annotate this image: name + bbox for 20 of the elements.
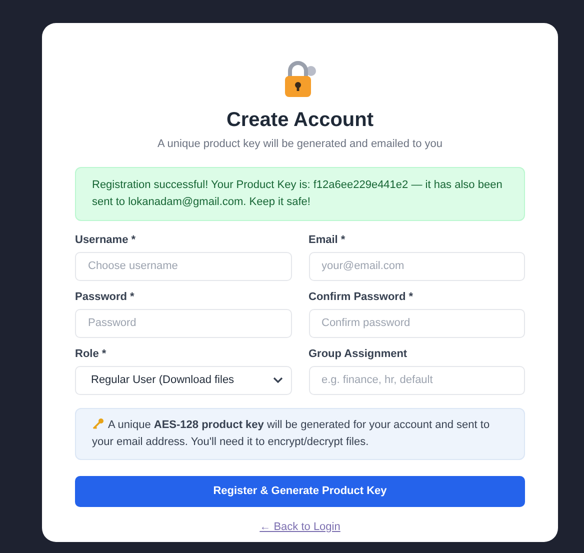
field-label: Group Assignment: [308, 346, 408, 360]
field-label: Role *: [75, 346, 108, 360]
key-icon: [92, 418, 104, 430]
input-field[interactable]: Choose username: [75, 252, 292, 280]
field-label: Password *: [75, 290, 136, 304]
input-field[interactable]: Confirm password: [308, 308, 525, 338]
field-label: Username *: [75, 232, 137, 246]
input-field[interactable]: Password: [75, 308, 292, 338]
chevron-down-icon: [272, 377, 282, 383]
input-field[interactable]: e.g. finance, hr, default: [308, 366, 525, 394]
input-field[interactable]: your@email.com: [308, 252, 525, 280]
form-subtitle: A unique product key will be generated and emailed to you: [158, 137, 442, 152]
success-alert: Registration successful! Your Product Key is: f12a6ee229e441e2 — it has also been sent to lokanadam@gmail.com. Keep it safe!: [75, 166, 525, 220]
field-label: Confirm Password *: [308, 290, 414, 304]
back-to-login-link[interactable]: ← Back to Login: [260, 518, 340, 535]
register-button[interactable]: Register & Generate Product Key: [75, 476, 525, 506]
form-title: Create Account: [226, 108, 374, 133]
field-label: Email *: [308, 232, 346, 246]
info-text: A unique AES-128 product key will be generated for your account and sent to your email address. You'll need it to encrypt/decrypt files.: [92, 416, 491, 450]
role-dropdown[interactable]: Regular User (Download files: [75, 366, 292, 394]
